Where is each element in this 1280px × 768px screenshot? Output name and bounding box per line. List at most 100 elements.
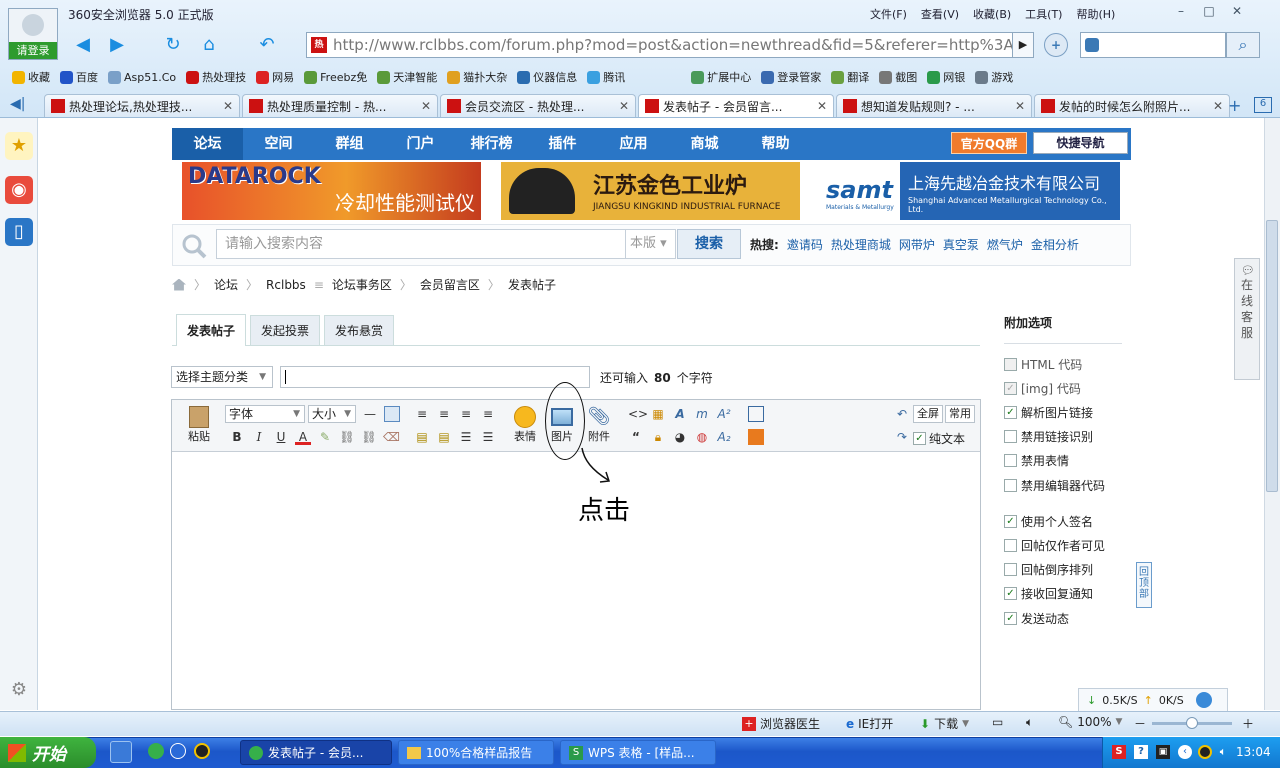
browser-tab[interactable]: 发帖的时候怎么附照片... ✕ (1034, 94, 1230, 117)
hot-link[interactable]: 邀请码 (787, 236, 823, 253)
undo-icon[interactable]: ↶ (894, 406, 910, 422)
menu-view[interactable]: 查看(V) (921, 6, 959, 22)
checkbox[interactable] (1004, 563, 1017, 576)
lock-icon[interactable]: 🔒︎ (650, 429, 666, 445)
horizontal-rule-icon[interactable]: — (362, 406, 378, 422)
taskbar-item-browser[interactable]: 发表帖子 - 会员... (240, 740, 392, 765)
forward-icon[interactable]: ▶ (104, 32, 130, 58)
sogou-input-icon[interactable]: S (1112, 745, 1126, 759)
quick-nav-button[interactable]: 快捷导航 (1033, 132, 1128, 154)
zoom-slider-handle[interactable] (1186, 717, 1198, 729)
tray-qq-icon[interactable] (1198, 745, 1212, 759)
mobile-icon[interactable]: ▯ (5, 218, 33, 246)
nav-forum[interactable]: 论坛 (172, 128, 243, 160)
font-select[interactable]: 字体 ▼ (225, 405, 305, 423)
superscript-icon[interactable]: A² (716, 406, 732, 422)
subject-input[interactable] (280, 366, 590, 388)
menu-tools[interactable]: 工具(T) (1025, 6, 1062, 22)
option-reverse-order[interactable]: 回帖倒序排列 (1004, 561, 1093, 578)
checkbox[interactable]: ✓ (1004, 515, 1017, 528)
bookmark-item[interactable]: 猫扑大杂 (447, 69, 507, 85)
hide-content-icon[interactable]: ▦ (650, 406, 666, 422)
quicklaunch-360-icon[interactable] (148, 743, 164, 759)
bookmark-item[interactable]: 翻译 (831, 69, 869, 85)
checkbox[interactable]: ✓ (1004, 612, 1017, 625)
hot-link[interactable]: 燃气炉 (987, 236, 1023, 253)
tab-close-icon[interactable]: ✕ (817, 99, 827, 113)
breadcrumb-site[interactable]: Rclbbs (266, 278, 306, 292)
more-tools-icon[interactable] (748, 429, 764, 445)
quote-icon[interactable]: “ (628, 429, 644, 445)
shield-icon[interactable]: + (1044, 33, 1068, 57)
tab-count-badge[interactable]: 6 (1254, 97, 1272, 113)
tab-close-icon[interactable]: ✕ (1213, 99, 1223, 113)
highlight-icon[interactable]: ✎ (317, 429, 333, 445)
banner-ad-datarock[interactable]: DATAROCK 冷却性能测试仪 (182, 162, 481, 220)
bookmark-item[interactable]: 网银 (927, 69, 965, 85)
bookmark-item[interactable]: 腾讯 (587, 69, 625, 85)
address-bar[interactable]: 热 http://www.rclbbs.com/forum.php?mod=po… (306, 32, 1016, 58)
bookmark-item[interactable]: 网易 (256, 69, 294, 85)
nav-portal[interactable]: 门户 (385, 128, 456, 160)
bookmark-item[interactable]: 天津智能 (377, 69, 437, 85)
tray-volume-icon[interactable]: 🔈︎ (1216, 745, 1230, 759)
hot-link[interactable]: 金相分析 (1031, 236, 1079, 253)
bookmark-item[interactable]: 登录管家 (761, 69, 821, 85)
tray-expand-icon[interactable]: ‹ (1178, 745, 1192, 759)
unlink-icon[interactable]: ⛓ (361, 429, 377, 445)
checkbox[interactable] (1004, 454, 1017, 467)
forum-search-button[interactable]: 搜索 (677, 229, 741, 259)
search-engine-icon[interactable] (1085, 38, 1099, 52)
bookmark-item[interactable]: 扩展中心 (691, 69, 751, 85)
link-icon[interactable]: ⛓ (339, 429, 355, 445)
bookmark-item[interactable]: 仪器信息 (517, 69, 577, 85)
checkbox[interactable] (1004, 539, 1017, 552)
option-parse-image-links[interactable]: ✓ 解析图片链接 (1004, 404, 1093, 421)
refresh-icon[interactable]: ↻ (160, 32, 186, 58)
tab-new-poll[interactable]: 发起投票 (250, 315, 321, 345)
minimize-icon[interactable]: – (1170, 4, 1192, 20)
option-disable-smilies[interactable]: 禁用表情 (1004, 452, 1069, 469)
bookmark-item[interactable]: 截图 (879, 69, 917, 85)
search-scope-select[interactable]: 本版 ▾ (626, 229, 676, 259)
tab-new-post[interactable]: 发表帖子 (176, 314, 247, 346)
font-color-icon[interactable]: A (295, 429, 311, 445)
nav-space[interactable]: 空间 (243, 128, 314, 160)
ie-open-button[interactable]: e IE打开 (846, 715, 893, 732)
tab-close-icon[interactable]: ✕ (421, 99, 431, 113)
maximize-icon[interactable]: □ (1198, 4, 1220, 20)
window-icon[interactable]: ▭ (992, 715, 1003, 729)
checkbox[interactable] (1004, 479, 1017, 492)
float-right-icon[interactable]: ▤ (436, 429, 452, 445)
nav-ranking[interactable]: 排行榜 (456, 128, 527, 160)
hot-link[interactable]: 热处理商城 (831, 236, 891, 253)
option-disable-link-detect[interactable]: 禁用链接识别 (1004, 428, 1093, 445)
weibo-icon[interactable]: ◉ (5, 176, 33, 204)
breadcrumb-section[interactable]: 论坛事务区 (332, 276, 392, 293)
taskbar-item-folder[interactable]: 100%合格样品报告 (398, 740, 554, 765)
tab-new-reward[interactable]: 发布悬赏 (324, 315, 395, 345)
emoji-button[interactable]: 表情 (510, 406, 540, 444)
align-left-icon[interactable]: ≡ (414, 406, 430, 422)
checkbox[interactable]: ✓ (913, 432, 926, 445)
nav-group[interactable]: 群组 (314, 128, 385, 160)
checkbox[interactable]: ✓ (1004, 406, 1017, 419)
ordered-list-icon[interactable]: ☰ (458, 429, 474, 445)
zoom-out-icon[interactable]: － (1134, 715, 1146, 732)
media-icon[interactable]: m (694, 406, 710, 422)
browser-tab-active[interactable]: 发表帖子 - 会员留言... ✕ (638, 94, 834, 117)
online-service-button[interactable]: 💬︎ 在线客服 (1234, 258, 1260, 380)
float-left-icon[interactable]: ▤ (414, 429, 430, 445)
new-tab-icon[interactable]: + (1228, 96, 1241, 115)
breadcrumb-board[interactable]: 会员留言区 (420, 276, 480, 293)
italic-icon[interactable]: I (251, 429, 267, 445)
category-select[interactable]: 选择主题分类 ▼ (171, 366, 273, 388)
bold-icon[interactable]: B (229, 429, 245, 445)
menu-help[interactable]: 帮助(H) (1076, 6, 1115, 22)
option-use-signature[interactable]: ✓ 使用个人签名 (1004, 513, 1093, 530)
quicklaunch-ie-icon[interactable] (170, 743, 186, 759)
tab-close-icon[interactable]: ✕ (1015, 99, 1025, 113)
subscript-icon[interactable]: A₂ (716, 429, 732, 445)
align-center-icon[interactable]: ≡ (436, 406, 452, 422)
tab-close-icon[interactable]: ✕ (223, 99, 233, 113)
